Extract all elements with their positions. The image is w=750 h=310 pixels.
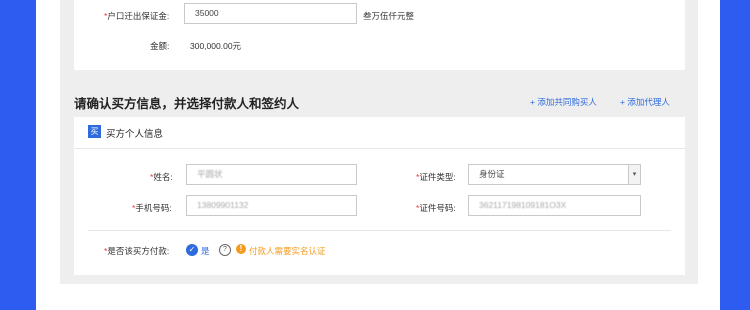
add-agent-link[interactable]: + 添加代理人 [620, 96, 670, 108]
card-header-divider [74, 148, 685, 149]
add-co-buyer-link[interactable]: + 添加共同购买人 [530, 96, 597, 108]
pay-label: *是否该买方付款: [104, 246, 170, 256]
buyer-card-title: 买方个人信息 [106, 129, 164, 140]
phone-input[interactable]: 13809901132 [186, 195, 357, 216]
id-number-label: *证件号码: [416, 203, 456, 213]
chevron-down-icon[interactable]: ▾ [628, 165, 640, 184]
id-number-input[interactable]: 362117198109181O3X [468, 195, 641, 216]
payer-warning-text: 付款人需要实名认证 [249, 246, 326, 256]
name-input[interactable]: 平圆状 [186, 164, 357, 185]
deposit-input[interactable]: 35000 [184, 3, 357, 24]
buyer-section-title: 请确认买方信息，并选择付款人和签约人 [74, 97, 300, 111]
deposit-label: *户口迁出保证金: [104, 11, 170, 21]
pay-yes-label[interactable]: 是 [201, 245, 210, 257]
phone-label: *手机号码: [132, 203, 172, 213]
amount-value: 300,000.00元 [190, 41, 242, 51]
amount-label: 金额: [150, 41, 170, 51]
deposit-in-words: 叁万伍仟元整 [363, 11, 415, 21]
buyer-badge-icon: 买 [88, 125, 101, 138]
id-type-select[interactable]: 身份证 ▾ [468, 164, 641, 185]
card-body-divider [88, 230, 671, 231]
help-circle-icon[interactable]: ? [219, 244, 231, 256]
name-label: *姓名: [150, 172, 173, 182]
warning-circle-icon: ! [236, 244, 246, 254]
id-type-label: *证件类型: [416, 172, 456, 182]
check-circle-icon[interactable]: ✓ [186, 244, 198, 256]
